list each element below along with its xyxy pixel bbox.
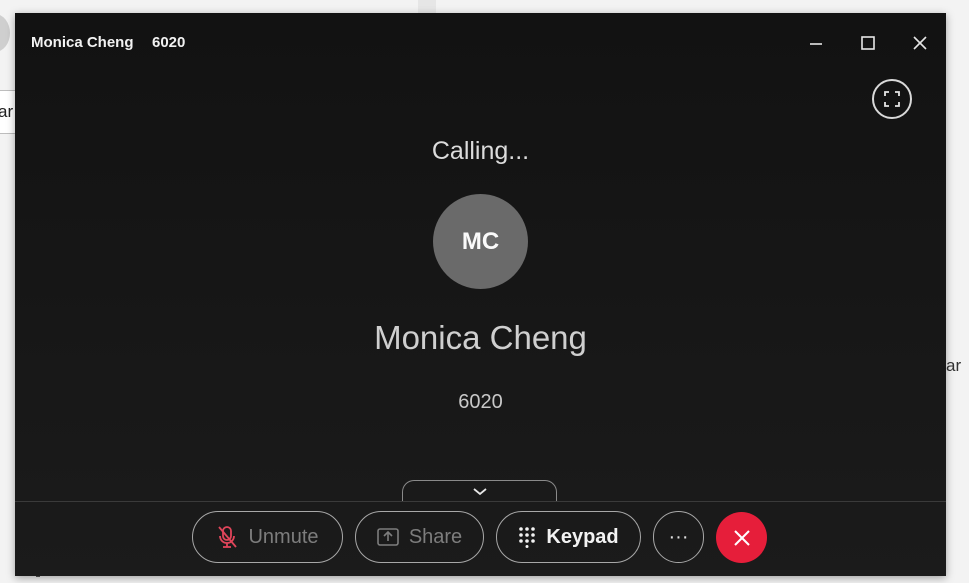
share-label: Share [408,525,463,548]
background-avatar [0,14,10,52]
end-call-button[interactable] [716,512,767,563]
unmute-button[interactable]: Unmute [192,511,343,563]
maximize-icon [861,36,875,50]
keypad-label: Keypad [546,525,619,548]
title-bar[interactable]: Monica Cheng 6020 [15,13,946,73]
controls-divider [15,501,946,502]
minimize-icon [810,43,822,45]
window-title-name: Monica Cheng [31,34,134,51]
maximize-button[interactable] [856,31,880,55]
share-button[interactable]: Share [355,511,484,563]
close-icon [913,36,927,50]
more-options-button[interactable]: ··· [653,511,704,563]
close-button[interactable] [908,31,932,55]
avatar: MC [433,194,528,289]
callee-number: 6020 [458,391,503,413]
close-icon [733,529,750,546]
collapse-controls-tab[interactable] [402,480,557,502]
microphone-muted-icon [218,526,238,548]
share-screen-icon [377,528,399,546]
more-options-icon: ··· [668,525,689,548]
call-status: Calling... [431,137,530,165]
background-side-text: ar [946,356,962,375]
keypad-icon [519,527,536,548]
minimize-button[interactable] [804,31,828,55]
chevron-down-icon [472,487,487,495]
call-window: Monica Cheng 6020 Calling... MC Monica C… [15,13,946,576]
unmute-label: Unmute [248,525,319,548]
avatar-initials: MC [461,227,500,255]
window-title-number: 6020 [152,34,186,51]
callee-name: Monica Cheng [374,319,587,356]
keypad-button[interactable]: Keypad [496,511,641,563]
fullscreen-icon [884,91,900,107]
fullscreen-button[interactable] [872,79,912,119]
